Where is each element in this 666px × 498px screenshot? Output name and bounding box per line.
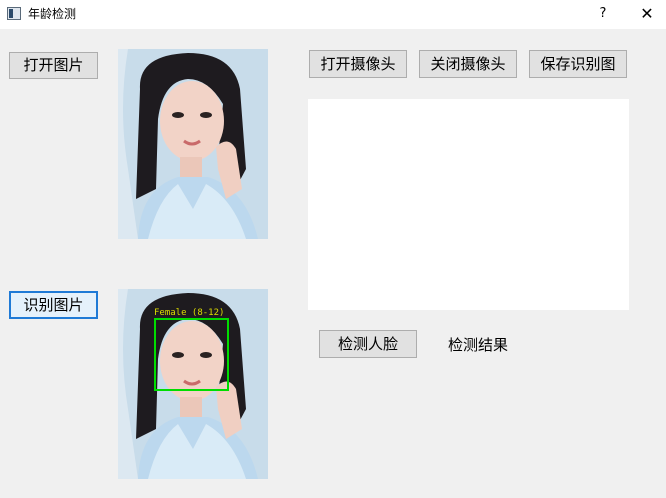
save-result-button[interactable]: 保存识别图 [529,50,627,78]
help-button[interactable]: ? [592,4,614,24]
window-title: 年龄检测 [28,7,77,21]
title-bar: 年龄检测 ? ✕ [0,0,666,29]
face-label: Female (8-12) [154,308,225,318]
open-camera-button[interactable]: 打开摄像头 [309,50,407,78]
result-label: 检测结果 [448,336,509,354]
face-bounding-box [154,318,229,391]
open-image-button[interactable]: 打开图片 [9,52,98,79]
camera-preview [308,99,629,310]
detect-face-button[interactable]: 检测人脸 [319,330,417,358]
close-camera-button[interactable]: 关闭摄像头 [419,50,517,78]
close-button[interactable]: ✕ [634,3,660,25]
app-icon [7,7,21,20]
result-image: Female (8-12) [118,289,268,479]
recognize-image-button[interactable]: 识别图片 [9,291,98,319]
input-image [118,49,268,239]
